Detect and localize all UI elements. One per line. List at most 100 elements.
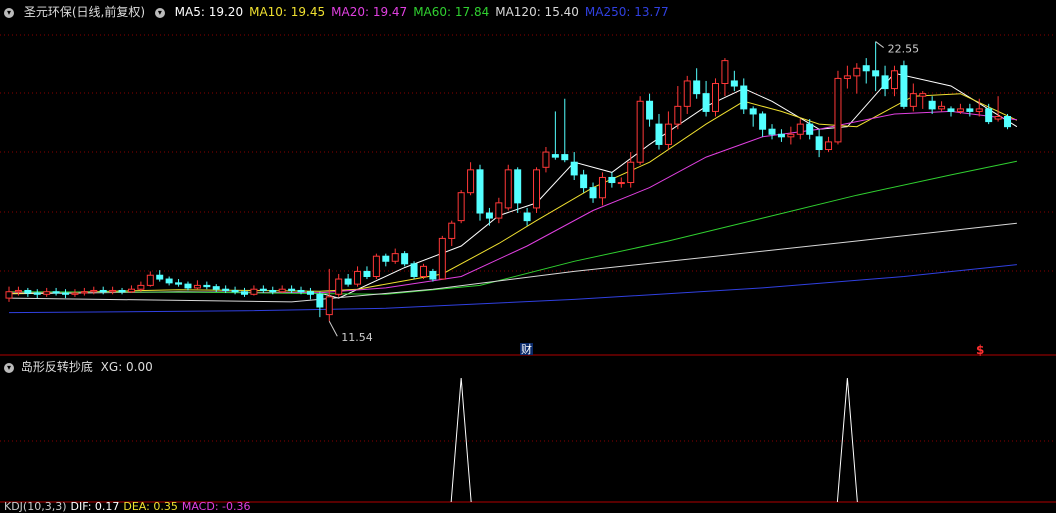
candle-body [674,105,682,125]
candle-body [777,133,785,138]
candle-body [608,176,616,184]
candle-79 [749,106,757,127]
candle-8 [80,287,88,296]
candle-body [278,288,286,293]
candle-body [796,123,804,135]
candle-56 [533,167,541,214]
candle-body [401,253,409,265]
candle-body [561,154,569,161]
candle-7 [71,289,79,297]
candle-13 [127,285,135,294]
candle-body [33,292,41,295]
ma-toggle-icon[interactable]: ▾ [154,7,165,18]
candle-102 [966,103,974,117]
candle-body [759,113,767,130]
candle-35 [335,273,343,297]
candle-74 [702,80,710,117]
candle-49 [467,162,475,196]
candle-body [476,169,484,214]
candle-body [99,289,107,293]
high-pointer [875,41,884,48]
high-price-label: 22.55 [888,43,920,56]
candle-body [985,108,993,123]
candle-32 [306,287,314,300]
dividend-marker[interactable]: $ [976,343,984,357]
ma-line-ma20 [9,110,1017,294]
candle-body [975,108,983,112]
candle-71 [674,86,682,130]
macd-legend-3: MACD: -0.36 [181,500,251,513]
candle-46 [438,235,446,280]
candle-106 [1004,113,1012,130]
candle-55 [523,207,531,226]
candle-33 [316,291,324,318]
candle-body [269,289,277,293]
candle-body [938,105,946,110]
ma-legend-0: MA5: 19.20 [174,5,244,19]
candle-64 [608,172,616,188]
candle-body [410,263,418,278]
candle-41 [391,248,399,264]
candle-body [467,169,475,194]
candle-body [241,291,248,295]
candle-body [627,161,635,184]
candle-43 [410,261,418,280]
candle-86 [815,129,823,158]
settings-toggle-icon[interactable]: ▾ [4,7,14,18]
candle-77 [730,70,738,92]
candle-16 [156,270,164,282]
indicator-toggle-icon[interactable]: ▾ [4,362,14,373]
candle-60 [570,152,578,180]
indicator-title: 岛形反转抄底 [20,360,93,374]
low-pointer [328,320,338,337]
candle-body [636,100,644,163]
candle-body [956,108,964,112]
candle-69 [655,113,663,150]
candle-body [570,161,578,176]
candle-body [335,278,343,295]
candle-19 [184,281,192,291]
candle-body [146,274,154,286]
candle-body [551,154,559,158]
candle-body [212,286,220,290]
financial-report-marker[interactable]: 财 [521,342,532,356]
candle-12 [118,287,126,295]
candle-body [928,100,936,110]
candle-body [598,176,606,199]
candle-93 [881,65,889,97]
candle-4 [43,287,51,297]
candle-body [5,291,13,299]
candle-58 [551,111,559,160]
candle-54 [514,167,522,214]
ma-legend-3: MA60: 17.84 [413,5,490,19]
candle-body [382,255,390,262]
candle-51 [485,207,493,226]
candle-68 [646,93,654,127]
candle-body [504,169,512,209]
candle-body [919,93,927,97]
candle-body [316,293,324,308]
candle-99 [938,101,946,112]
candle-body [495,202,503,219]
candle-105 [994,96,1002,122]
candle-body [325,296,333,316]
candle-87 [825,136,833,153]
candle-26 [250,285,258,296]
candle-body [24,289,32,294]
candle-body [372,255,380,278]
candle-body [344,278,352,285]
candle-30 [288,285,296,294]
candle-81 [768,124,776,140]
candle-80 [759,111,767,137]
candle-40 [382,253,390,267]
candle-91 [862,58,870,84]
candle-body [664,123,672,145]
candle-body [514,169,522,204]
chart-canvas: 22.55 11.54 财 $ [0,34,1056,503]
candle-body [580,174,588,189]
candle-27 [259,285,267,294]
candle-body [156,274,164,280]
candle-39 [372,253,380,280]
ma-legend-5: MA250: 13.77 [584,5,669,19]
candle-body [80,291,88,294]
